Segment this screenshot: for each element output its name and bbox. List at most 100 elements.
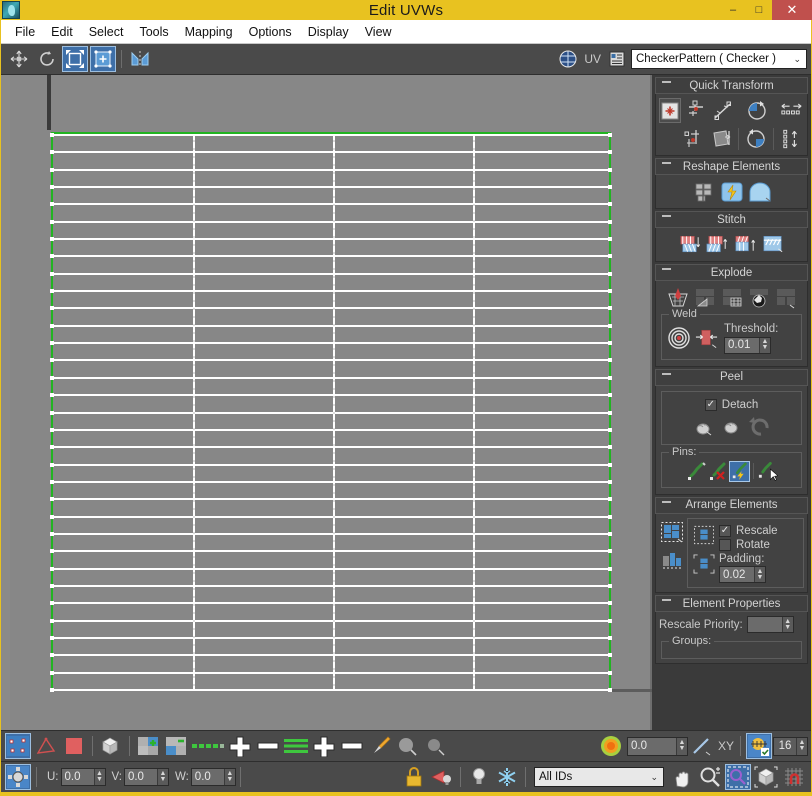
uv-vertex[interactable] xyxy=(608,636,612,640)
peel-reset-icon[interactable] xyxy=(747,414,772,439)
rollout-header-arrange-elements[interactable]: Arrange Elements xyxy=(655,496,808,514)
threshold-input[interactable] xyxy=(725,337,759,353)
pin-auto-icon[interactable] xyxy=(729,460,750,482)
lock-selection-icon[interactable] xyxy=(401,764,427,790)
uv-vertex[interactable] xyxy=(50,671,54,675)
uv-vertex[interactable] xyxy=(608,393,612,397)
uv-vertex[interactable] xyxy=(608,185,612,189)
tile-count-input[interactable] xyxy=(774,737,796,755)
pan-icon[interactable] xyxy=(669,764,695,790)
spinner-arrows-icon[interactable]: ▲ ▼ xyxy=(223,769,235,785)
explode-by-material-icon[interactable] xyxy=(746,285,771,310)
uv-vertex[interactable] xyxy=(608,445,612,449)
uv-vertex[interactable] xyxy=(50,601,54,605)
uv-vertex[interactable] xyxy=(608,237,612,241)
threshold-spinner[interactable]: ▲▼ xyxy=(724,336,771,354)
edge-distance-icon[interactable] xyxy=(689,733,715,759)
quick-peel-apply-icon[interactable] xyxy=(719,414,744,439)
grow-loop-icon[interactable] xyxy=(311,733,337,759)
uv-vertex[interactable] xyxy=(50,341,54,345)
paint-select-icon[interactable] xyxy=(367,733,393,759)
vertex-subobject-icon[interactable] xyxy=(5,733,31,759)
edge-subobject-icon[interactable] xyxy=(33,733,59,759)
uv-vertex[interactable] xyxy=(608,480,612,484)
u-field[interactable]: ▲▼ xyxy=(60,768,106,786)
uv-vertex[interactable] xyxy=(608,653,612,657)
w-input[interactable] xyxy=(191,769,224,785)
uv-vertex[interactable] xyxy=(50,272,54,276)
uv-vertex[interactable] xyxy=(608,671,612,675)
uv-editor-canvas[interactable] xyxy=(1,75,652,730)
rotate-checkbox[interactable] xyxy=(719,538,731,551)
padding-spinner[interactable]: ▲▼ xyxy=(719,566,766,583)
spinner-arrows-icon[interactable]: ▲ ▼ xyxy=(93,769,105,785)
grow-selection-icon[interactable] xyxy=(227,733,253,759)
minimize-button[interactable]: – xyxy=(720,0,746,20)
uv-vertex[interactable] xyxy=(50,324,54,328)
material-id-combo[interactable]: All IDs ⌄ xyxy=(534,767,664,787)
rollout-header-peel[interactable]: Peel xyxy=(655,368,808,386)
axis-constraint-label[interactable]: XY xyxy=(718,739,734,753)
menu-tools[interactable]: Tools xyxy=(131,23,176,41)
menu-display[interactable]: Display xyxy=(300,23,357,41)
uv-vertex[interactable] xyxy=(50,376,54,380)
space-vertical-icon[interactable] xyxy=(779,126,804,151)
paint-strength-icon[interactable] xyxy=(423,733,449,759)
absolute-transform-icon[interactable] xyxy=(5,764,31,790)
uv-vertex[interactable] xyxy=(608,688,612,692)
uv-vertex[interactable] xyxy=(50,515,54,519)
align-vertical-icon[interactable] xyxy=(682,126,706,151)
menu-options[interactable]: Options xyxy=(241,23,300,41)
shrink-selection-icon[interactable] xyxy=(255,733,281,759)
uv-vertex[interactable] xyxy=(608,567,612,571)
hide-selected-icon[interactable] xyxy=(429,764,455,790)
uv-vertex[interactable] xyxy=(50,549,54,553)
rescale-priority-spinner[interactable]: ▲ ▼ xyxy=(746,616,794,633)
relax-icon[interactable] xyxy=(691,179,716,204)
stitch-diagonal-icon[interactable] xyxy=(761,232,786,257)
uv-vertex[interactable] xyxy=(50,133,54,137)
align-horizontal-icon[interactable] xyxy=(684,98,708,123)
show-tiles-icon[interactable] xyxy=(746,733,772,759)
uv-vertex[interactable] xyxy=(608,202,612,206)
explode-flyout-icon[interactable] xyxy=(773,285,798,310)
explode-by-polygon-icon[interactable] xyxy=(719,285,744,310)
menu-select[interactable]: Select xyxy=(81,23,132,41)
uv-vertex[interactable] xyxy=(608,358,612,362)
uv-vertex[interactable] xyxy=(50,480,54,484)
select-by-element-icon[interactable] xyxy=(191,733,225,759)
uv-vertex[interactable] xyxy=(50,445,54,449)
peel-mode-icon[interactable] xyxy=(691,414,716,439)
loop-uv-icon[interactable] xyxy=(283,733,309,759)
w-field[interactable]: ▲▼ xyxy=(190,768,236,786)
rollout-header-explode[interactable]: Explode xyxy=(655,264,808,281)
uv-vertex[interactable] xyxy=(50,428,54,432)
padding-input[interactable] xyxy=(720,567,754,582)
close-button[interactable]: ✕ xyxy=(772,0,812,20)
uv-vertex[interactable] xyxy=(50,150,54,154)
soft-selection-icon[interactable] xyxy=(598,733,624,759)
uv-vertex[interactable] xyxy=(608,515,612,519)
uv-vertex[interactable] xyxy=(50,619,54,623)
stitch-target-icon[interactable] xyxy=(705,232,730,257)
zoom-extents-icon[interactable] xyxy=(753,764,779,790)
uv-vertex[interactable] xyxy=(608,133,612,137)
uv-vertex[interactable] xyxy=(608,168,612,172)
uv-vertex[interactable] xyxy=(50,168,54,172)
face-subobject-icon[interactable] xyxy=(61,733,87,759)
menu-edit[interactable]: Edit xyxy=(43,23,81,41)
uv-vertex[interactable] xyxy=(50,393,54,397)
show-map-icon[interactable] xyxy=(555,46,581,72)
zoom-region-icon[interactable] xyxy=(725,764,751,790)
freeze-selected-icon[interactable] xyxy=(494,764,520,790)
stitch-custom-icon[interactable] xyxy=(733,232,758,257)
uv-vertex[interactable] xyxy=(50,584,54,588)
spinner-arrows-icon[interactable]: ▲ ▼ xyxy=(796,737,807,755)
scale-icon[interactable] xyxy=(62,46,88,72)
spinner-arrows-icon[interactable]: ▲ ▼ xyxy=(759,337,770,353)
uv-vertex[interactable] xyxy=(50,220,54,224)
quick-peel-icon[interactable] xyxy=(719,179,744,204)
uv-vertex[interactable] xyxy=(50,254,54,258)
paint-brush-size-icon[interactable] xyxy=(395,733,421,759)
uv-vertex[interactable] xyxy=(608,411,612,415)
